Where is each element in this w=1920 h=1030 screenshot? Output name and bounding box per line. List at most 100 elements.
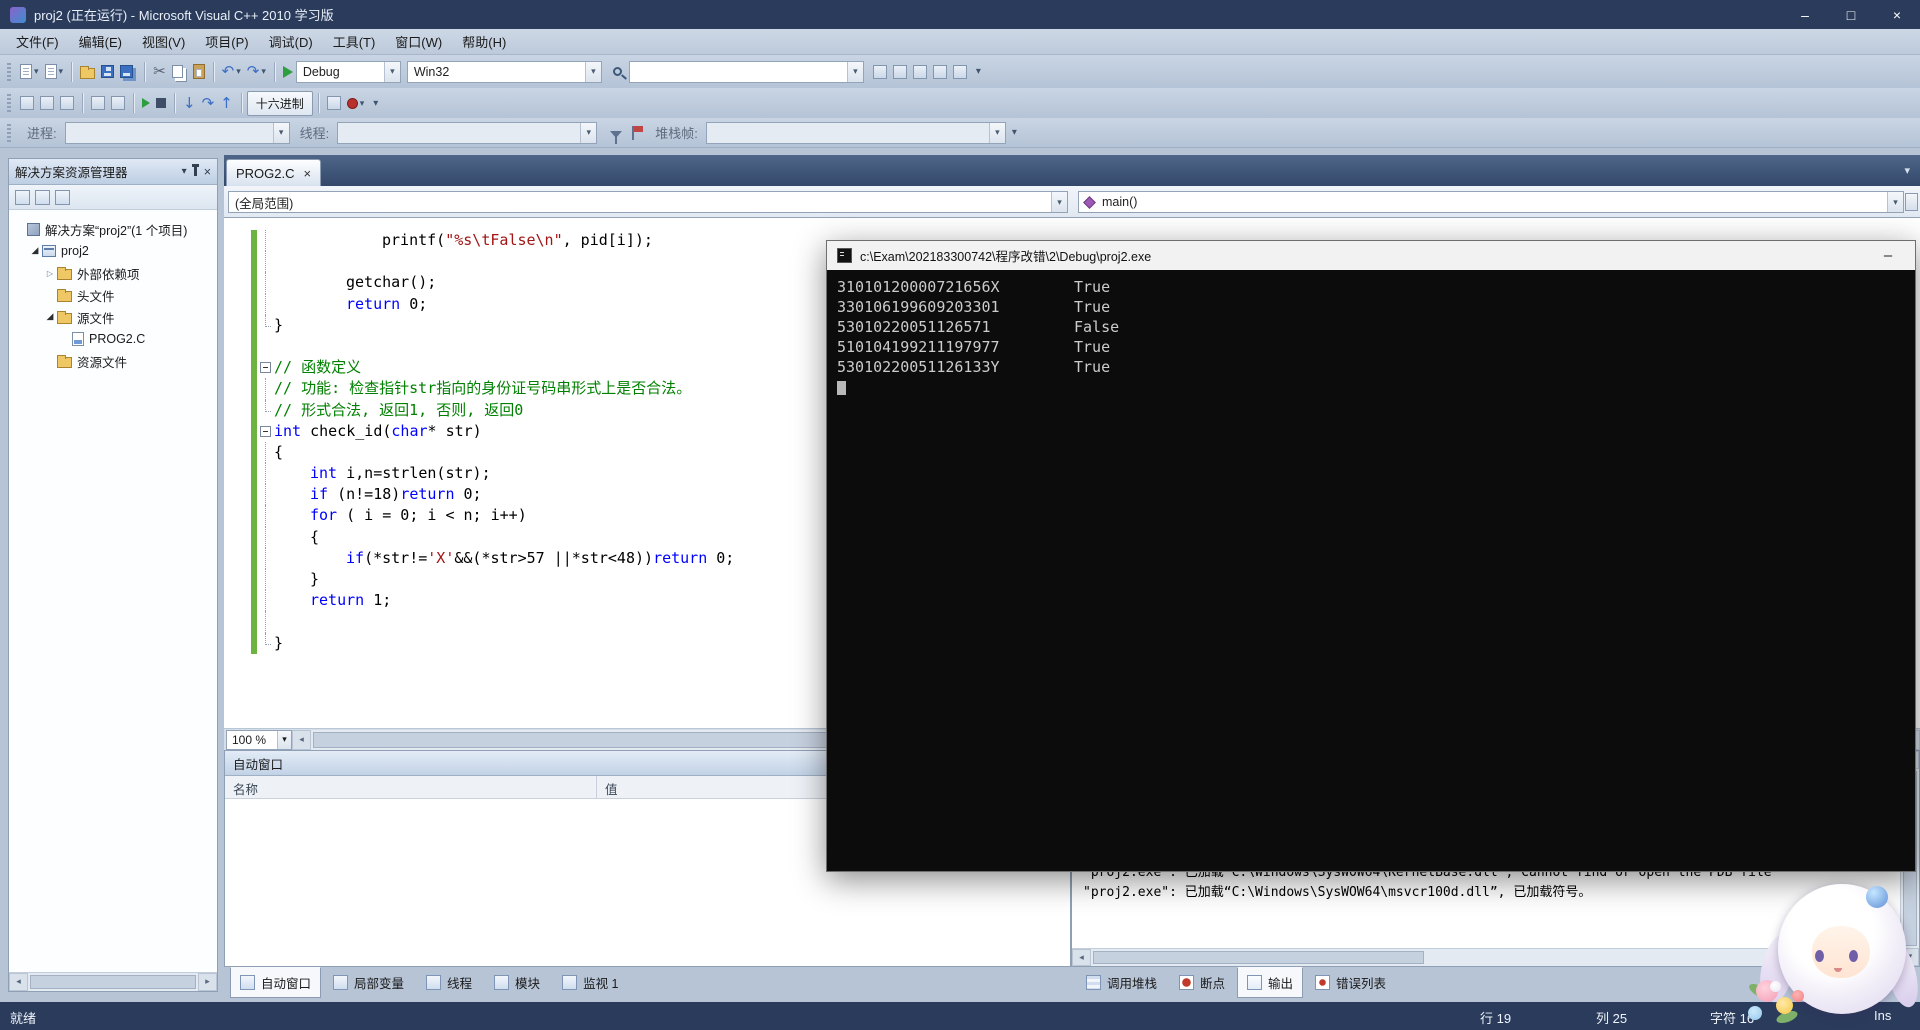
tab-prog2c[interactable]: PROG2.C × — [226, 159, 322, 186]
step-over-button[interactable]: ↷ — [199, 93, 218, 114]
process-combo[interactable]: ▾ — [64, 121, 290, 144]
flag-threads-button[interactable] — [627, 123, 645, 143]
menu-item[interactable]: 项目(P) — [195, 28, 258, 55]
find-in-files-button[interactable] — [870, 62, 890, 82]
editor-option-button[interactable] — [108, 93, 128, 113]
menu-item[interactable]: 编辑(E) — [69, 28, 132, 55]
open-file-button[interactable] — [77, 62, 98, 82]
continue-button[interactable] — [139, 95, 153, 111]
tab-breakpoints[interactable]: 断点 — [1169, 967, 1235, 998]
copy-button[interactable] — [169, 62, 190, 81]
dropdown-icon[interactable]: ▾ — [34, 66, 39, 77]
navigate-forward-button[interactable] — [930, 62, 950, 82]
console-minimize-button[interactable]: – — [1871, 247, 1905, 264]
cut-button[interactable]: ✂ — [150, 61, 169, 82]
tab-list-dropdown-icon[interactable]: ▾ — [1894, 164, 1920, 177]
dropdown-icon[interactable]: ▾ — [277, 730, 291, 749]
breakpoints-button[interactable]: ▾ — [344, 95, 368, 112]
scroll-right-icon[interactable]: ▸ — [198, 973, 217, 991]
stop-debugging-button[interactable] — [153, 95, 169, 111]
auto-hide-pin-icon[interactable] — [191, 164, 199, 176]
find-combo[interactable]: ▾ — [628, 60, 864, 83]
save-all-button[interactable] — [117, 62, 139, 81]
tree-item[interactable]: ◢ 源文件 — [9, 306, 217, 328]
tab-watch[interactable]: 监视 1 — [552, 967, 628, 998]
scrollbar-thumb[interactable] — [30, 975, 196, 989]
tree-item[interactable]: 解决方案“proj2”(1 个项目) — [9, 218, 217, 240]
menu-item[interactable]: 调试(D) — [259, 28, 323, 55]
maximize-button[interactable]: □ — [1828, 0, 1874, 29]
stack-frame-combo[interactable]: ▾ — [705, 121, 1006, 144]
dropdown-icon[interactable]: ▾ — [1051, 192, 1067, 212]
zoom-combo[interactable]: 100 % ▾ — [226, 729, 292, 750]
solution-platforms-combo[interactable]: Win32 ▾ — [406, 60, 602, 83]
start-debugging-button[interactable] — [280, 63, 296, 81]
expanded-expander-icon[interactable]: ◢ — [28, 246, 42, 256]
toolbar-overflow-button[interactable]: ▾ — [972, 64, 985, 79]
scroll-left-icon[interactable]: ◂ — [292, 729, 311, 750]
collapse-box-icon[interactable] — [260, 425, 271, 437]
window-position-icon[interactable]: ▾ — [182, 166, 187, 177]
menu-item[interactable]: 工具(T) — [323, 28, 386, 55]
toolbar-grip[interactable] — [7, 123, 11, 142]
console-title-bar[interactable]: c:\Exam\202183300742\程序改错\2\Debug\proj2.… — [827, 241, 1915, 270]
expanded-expander-icon[interactable]: ◢ — [43, 312, 57, 322]
editor-option-button[interactable] — [88, 93, 108, 113]
bookmark-button[interactable] — [890, 62, 910, 82]
breakpoint-window-button[interactable] — [37, 93, 57, 113]
tree-item[interactable]: PROG2.C — [9, 328, 217, 350]
step-out-button[interactable]: ↑ — [217, 93, 236, 114]
navigate-backward-button[interactable] — [910, 62, 930, 82]
save-button[interactable] — [98, 62, 117, 81]
collapsed-expander-icon[interactable]: ▷ — [43, 269, 57, 278]
tab-output[interactable]: 输出 — [1237, 967, 1304, 998]
menu-item[interactable]: 帮助(H) — [452, 28, 516, 55]
sort-button[interactable] — [57, 93, 77, 113]
toolbar-grip[interactable] — [7, 62, 11, 81]
scroll-left-icon[interactable]: ◂ — [9, 973, 28, 991]
console-body[interactable]: 31010120000721656X True 330106199609203301… — [827, 270, 1915, 871]
scroll-left-icon[interactable]: ◂ — [1072, 949, 1091, 966]
dropdown-icon[interactable]: ▾ — [236, 66, 241, 77]
tab-errorlist[interactable]: 错误列表 — [1305, 967, 1396, 998]
tab-callstack[interactable]: 调用堆栈 — [1076, 967, 1167, 998]
menu-item[interactable]: 文件(F) — [6, 28, 69, 55]
solution-explorer-hscrollbar[interactable]: ◂ ▸ — [9, 972, 217, 991]
tree-item[interactable]: ◢ proj2 — [9, 240, 217, 262]
types-combo[interactable]: (全局范围) ▾ — [228, 191, 1068, 213]
menu-item[interactable]: 视图(V) — [132, 28, 195, 55]
dropdown-icon[interactable]: ▾ — [383, 61, 400, 82]
toolbar-overflow-button[interactable]: ▾ — [369, 96, 382, 111]
dropdown-icon[interactable]: ▾ — [59, 66, 64, 77]
thread-combo[interactable]: ▾ — [337, 121, 598, 144]
members-combo[interactable]: main() ▾ — [1078, 191, 1904, 213]
dropdown-icon[interactable]: ▾ — [261, 66, 266, 77]
split-window-button[interactable] — [1905, 193, 1918, 211]
redo-button[interactable]: ↷ ▾ — [244, 61, 269, 82]
undo-button[interactable]: ↶ ▾ — [219, 61, 244, 82]
tab-locals[interactable]: 局部变量 — [323, 967, 414, 998]
scrollbar-thumb[interactable] — [1093, 951, 1425, 964]
step-into-button[interactable]: ↓ — [180, 93, 199, 114]
tab-modules[interactable]: 模块 — [484, 967, 550, 998]
close-panel-icon[interactable]: × — [204, 165, 211, 179]
show-next-statement-button[interactable] — [17, 93, 37, 113]
dropdown-icon[interactable]: ▾ — [988, 122, 1005, 143]
new-project-button[interactable]: ▾ — [17, 61, 42, 82]
dropdown-icon[interactable]: ▾ — [1887, 192, 1903, 212]
solution-explorer-header[interactable]: 解决方案资源管理器 ▾ × — [9, 159, 217, 185]
refresh-icon[interactable] — [55, 189, 70, 205]
toolbar-grip[interactable] — [7, 94, 11, 112]
dropdown-icon[interactable]: ▾ — [846, 61, 863, 82]
solution-configurations-combo[interactable]: Debug ▾ — [295, 60, 401, 83]
tree-item[interactable]: 头文件 — [9, 284, 217, 306]
paste-button[interactable] — [190, 61, 208, 82]
other-windows-button[interactable] — [950, 62, 970, 82]
thread-filter-button[interactable] — [605, 125, 627, 144]
add-item-button[interactable]: ▾ — [42, 61, 67, 82]
show-all-files-icon[interactable] — [35, 189, 50, 205]
minimize-button[interactable]: – — [1782, 0, 1828, 29]
collapse-box-icon[interactable] — [260, 362, 271, 374]
menu-item[interactable]: 窗口(W) — [385, 28, 452, 55]
tree-item[interactable]: 资源文件 — [9, 350, 217, 372]
